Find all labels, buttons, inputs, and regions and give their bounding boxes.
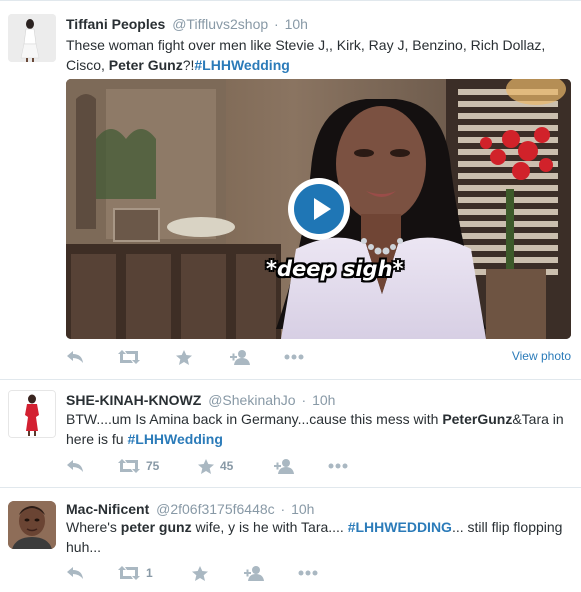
hashtag-link[interactable]: #LHHWedding — [127, 431, 222, 447]
tweet-bold-term: peter gunz — [120, 519, 192, 535]
tweet-bold-term: Peter Gunz — [108, 57, 183, 73]
more-button[interactable] — [328, 457, 348, 475]
retweet-count: 1 — [146, 566, 153, 580]
avatar[interactable] — [8, 14, 56, 62]
avatar[interactable] — [8, 390, 56, 438]
star-icon — [198, 458, 214, 474]
favorite-count: 45 — [220, 459, 234, 473]
more-icon — [298, 570, 318, 576]
tweet-text: Where's peter gunz wife, y is he with Ta… — [66, 517, 566, 557]
tweet-actions: View photo — [66, 348, 571, 366]
more-icon — [328, 463, 348, 469]
tweet-actions: 1 — [66, 564, 571, 582]
view-photo-link[interactable]: View photo — [512, 348, 571, 364]
follow-icon — [244, 565, 264, 581]
display-name[interactable]: Tiffani Peoples — [66, 16, 165, 32]
hashtag-link[interactable]: #LHHWEDDING — [348, 519, 452, 535]
retweet-icon — [118, 459, 140, 473]
tweet-bold-term: PeterGunz — [442, 411, 513, 427]
play-icon — [314, 198, 331, 220]
tweet-text-part: BTW....um Is Amina back in Germany...cau… — [66, 411, 443, 427]
more-button[interactable] — [284, 348, 304, 366]
retweet-icon — [118, 566, 140, 580]
avatar[interactable] — [8, 501, 56, 549]
reply-button[interactable] — [66, 457, 84, 475]
more-button[interactable] — [298, 564, 318, 582]
more-icon — [284, 354, 304, 360]
reply-icon — [67, 567, 83, 579]
tweet-text: These woman fight over men like Stevie J… — [66, 35, 566, 75]
reply-button[interactable] — [66, 564, 84, 582]
star-icon — [176, 349, 192, 365]
separator-dot: · — [274, 16, 279, 32]
timestamp[interactable]: 10h — [285, 16, 308, 32]
tweet-header: SHE-KINAH-KNOWZ @ShekinahJo · 10h — [66, 391, 335, 409]
follow-button[interactable] — [274, 457, 294, 475]
reply-icon — [67, 460, 83, 472]
username[interactable]: @Tiffluvs2shop — [172, 16, 268, 32]
username[interactable]: @ShekinahJo — [208, 392, 295, 408]
tweet-header: Mac-Nificent @2f06f3175f6448c · 10h — [66, 500, 314, 518]
display-name[interactable]: SHE-KINAH-KNOWZ — [66, 392, 201, 408]
play-button[interactable] — [288, 178, 350, 240]
tweet-text-part: wife, y is he with Tara.... — [191, 519, 348, 535]
follow-icon — [274, 458, 294, 474]
retweet-count: 75 — [146, 459, 160, 473]
media-caption: *deep sigh* — [266, 257, 404, 281]
display-name[interactable]: Mac-Nificent — [66, 501, 149, 517]
timestamp[interactable]: 10h — [291, 501, 314, 517]
retweet-button[interactable] — [118, 348, 140, 366]
tweet-text: BTW....um Is Amina back in Germany...cau… — [66, 409, 566, 449]
tweet[interactable]: SHE-KINAH-KNOWZ @ShekinahJo · 10h BTW...… — [0, 381, 581, 488]
tweet[interactable]: Tiffani Peoples @Tiffluvs2shop · 10h The… — [0, 1, 581, 380]
hashtag-link[interactable]: #LHHWedding — [194, 57, 289, 73]
favorite-button[interactable] — [176, 348, 192, 366]
retweet-icon — [118, 350, 140, 364]
tweet-text-part: ?! — [182, 57, 195, 73]
favorite-button[interactable] — [192, 564, 208, 582]
favorite-button[interactable]: 45 — [198, 457, 233, 475]
username[interactable]: @2f06f3175f6448c — [156, 501, 275, 517]
tweet-actions: 75 45 — [66, 457, 571, 475]
tweet-header: Tiffani Peoples @Tiffluvs2shop · 10h — [66, 15, 308, 33]
follow-icon — [230, 349, 250, 365]
star-icon — [192, 565, 208, 581]
separator-dot: · — [280, 501, 286, 517]
retweet-button[interactable]: 1 — [118, 564, 153, 582]
follow-button[interactable] — [230, 348, 250, 366]
reply-button[interactable] — [66, 348, 84, 366]
follow-button[interactable] — [244, 564, 264, 582]
reply-icon — [67, 351, 83, 363]
retweet-button[interactable]: 75 — [118, 457, 159, 475]
tweet-text-part: Where's — [66, 519, 121, 535]
separator-dot: · — [301, 392, 307, 408]
play-button-circle — [294, 184, 344, 234]
media-photo[interactable]: *deep sigh* — [66, 79, 571, 339]
tweet[interactable]: Mac-Nificent @2f06f3175f6448c · 10h Wher… — [0, 489, 581, 592]
timestamp[interactable]: 10h — [312, 392, 335, 408]
